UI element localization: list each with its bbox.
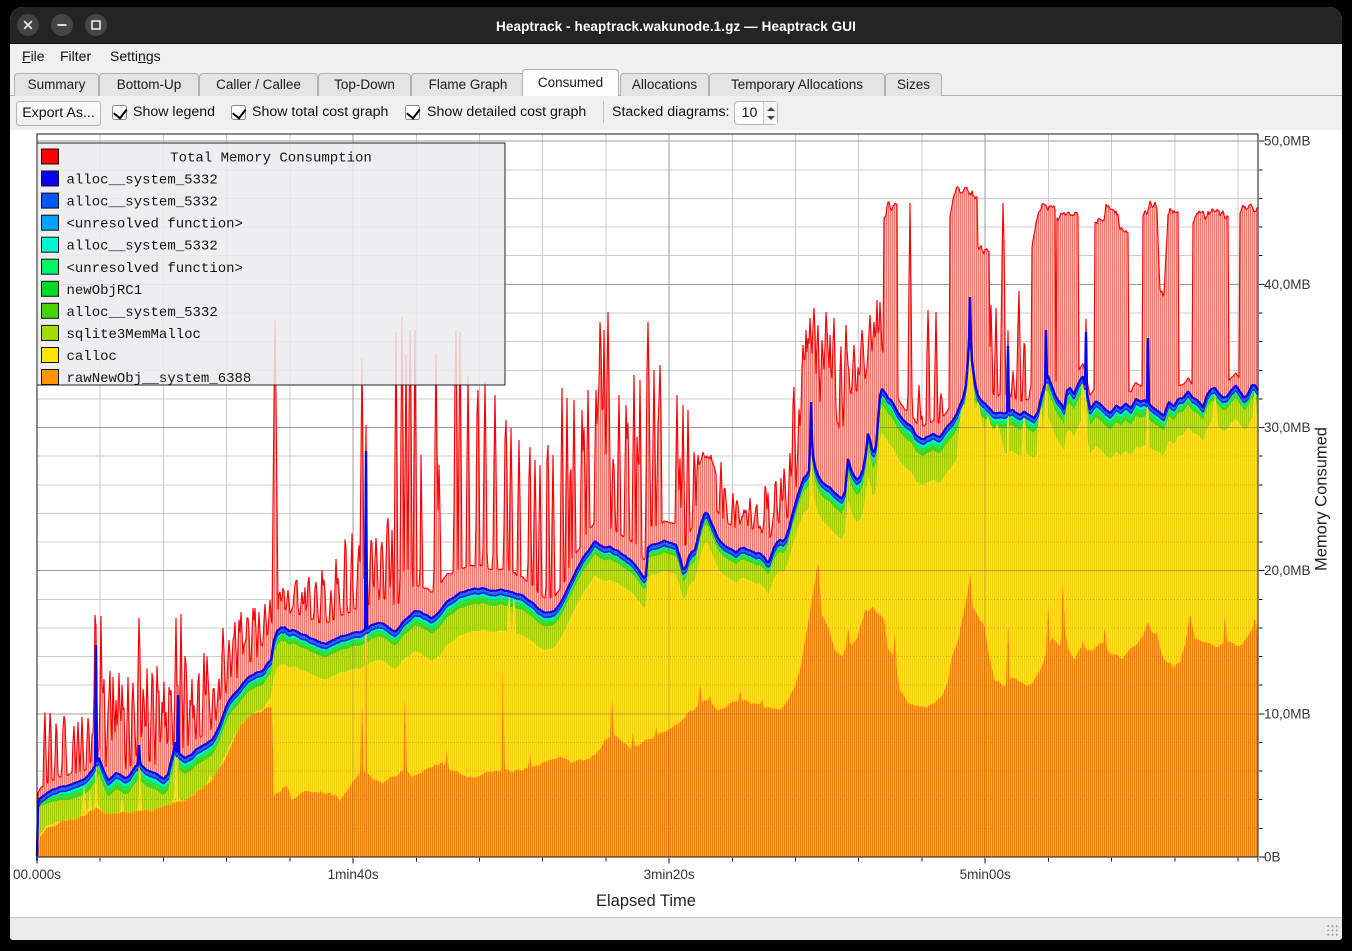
svg-text:30,0MB: 30,0MB [1264, 420, 1311, 435]
svg-text:alloc__system_5332: alloc__system_5332 [67, 239, 218, 255]
svg-text:alloc__system_5332: alloc__system_5332 [67, 173, 218, 189]
svg-text:10,0MB: 10,0MB [1264, 706, 1311, 721]
svg-text:Elapsed Time: Elapsed Time [596, 892, 696, 910]
svg-text:alloc__system_5332: alloc__system_5332 [67, 305, 218, 321]
svg-text:<unresolved function>: <unresolved function> [67, 217, 243, 233]
svg-text:Memory Consumed: Memory Consumed [1313, 427, 1331, 571]
svg-text:alloc__system_5332: alloc__system_5332 [67, 195, 218, 211]
svg-text:50,0MB: 50,0MB [1264, 134, 1311, 149]
svg-text:rawNewObj__system_6388: rawNewObj__system_6388 [67, 371, 252, 387]
svg-text:00.000s: 00.000s [13, 867, 61, 882]
svg-text:20,0MB: 20,0MB [1264, 563, 1311, 578]
svg-text:1min40s: 1min40s [328, 867, 379, 882]
svg-text:Total Memory Consumption: Total Memory Consumption [170, 151, 372, 167]
svg-text:5min00s: 5min00s [960, 867, 1011, 882]
svg-text:3min20s: 3min20s [644, 867, 695, 882]
svg-text:0B: 0B [1264, 850, 1281, 865]
svg-text:sqlite3MemMalloc: sqlite3MemMalloc [67, 327, 201, 343]
svg-text:calloc: calloc [67, 349, 117, 365]
svg-text:newObjRC1: newObjRC1 [67, 283, 143, 299]
svg-text:<unresolved function>: <unresolved function> [67, 261, 243, 277]
svg-text:40,0MB: 40,0MB [1264, 277, 1311, 292]
